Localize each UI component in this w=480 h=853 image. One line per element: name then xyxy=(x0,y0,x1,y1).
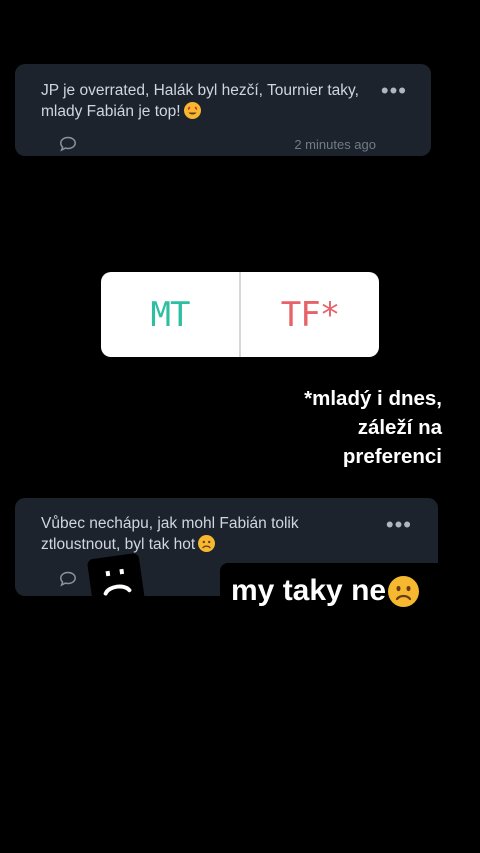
more-options-icon[interactable]: ••• xyxy=(381,80,407,102)
story-note-text: *mladý i dnes, záleží na preferenci xyxy=(304,384,442,471)
comment-timestamp: 2 minutes ago xyxy=(294,137,376,152)
poll-option-right[interactable]: TF* xyxy=(241,272,379,357)
heart-eyes-emoji-icon xyxy=(183,102,201,119)
frowning-face-emoji-icon xyxy=(388,575,420,607)
frowning-face-emoji-icon xyxy=(198,535,216,552)
reply-text: my taky ne xyxy=(231,574,387,607)
comment-card: JP je overrated, Halák byl hezčí, Tourni… xyxy=(15,64,431,156)
sad-face-sticker-icon xyxy=(86,552,146,610)
comment-text: Vůbec nechápu, jak mohl Fabián tolik ztl… xyxy=(41,515,299,553)
comment-bubble-icon[interactable] xyxy=(59,136,77,152)
note-line: *mladý i dnes, xyxy=(304,387,442,410)
poll-option-left[interactable]: MT xyxy=(101,272,239,357)
note-line: záleží na xyxy=(357,416,442,439)
more-options-icon[interactable]: ••• xyxy=(386,514,412,536)
comment-bubble-icon[interactable] xyxy=(59,571,77,587)
poll-sticker: MT TF* xyxy=(101,272,379,357)
comment-text: JP je overrated, Halák byl hezčí, Tourni… xyxy=(41,82,359,120)
reply-text-sticker: my taky ne xyxy=(220,563,460,619)
note-line: preferenci xyxy=(342,445,442,468)
